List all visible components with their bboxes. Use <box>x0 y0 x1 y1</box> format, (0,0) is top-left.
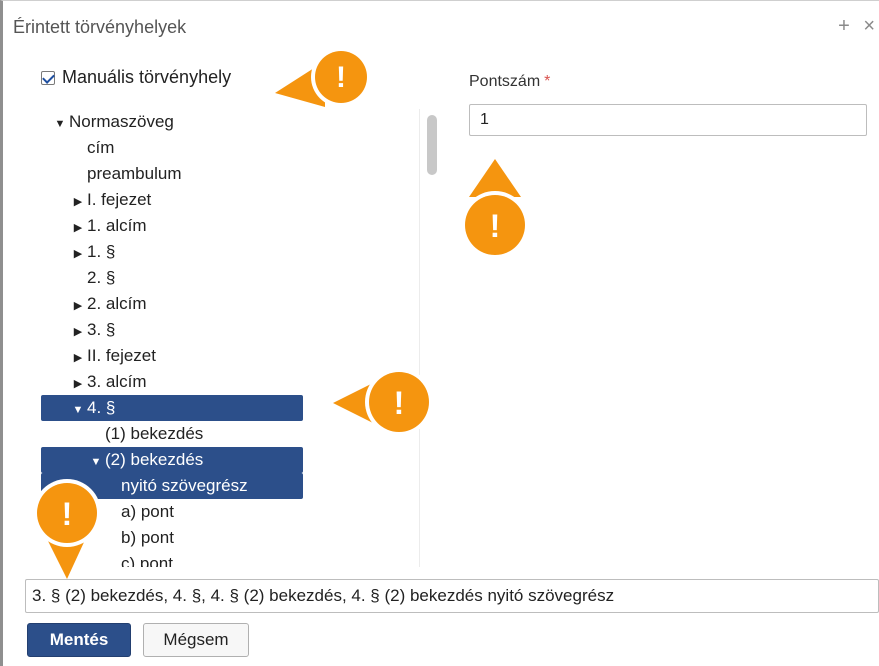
tree-item[interactable]: ▶2. § <box>41 265 303 291</box>
warning-callout-icon: ! <box>333 368 433 436</box>
tree-item-label: 2. alcím <box>87 294 147 313</box>
warning-callout-icon: ! <box>275 47 371 107</box>
dialog-title: Érintett törvényhelyek <box>13 17 187 37</box>
dialog-actions: + × <box>830 15 875 38</box>
tree-item-label: a) pont <box>121 502 174 521</box>
pontszam-label: Pontszám * <box>469 73 550 91</box>
tree-item[interactable]: ▶ 2. alcím <box>41 291 303 317</box>
tree-item[interactable]: ▶ II. fejezet <box>41 343 303 369</box>
tree-item[interactable]: ▶cím <box>41 135 303 161</box>
callout-glyph: ! <box>490 208 501 244</box>
tree-item[interactable]: ▶ I. fejezet <box>41 187 303 213</box>
dialog: Érintett törvényhelyek + × Manuális törv… <box>0 0 879 666</box>
caret-right-icon[interactable]: ▶ <box>69 241 87 267</box>
tree-item-label: nyitó szövegrész <box>121 476 248 495</box>
manual-checkbox[interactable] <box>41 70 55 85</box>
tree-item[interactable]: ▶ 3. alcím <box>41 369 303 395</box>
tree-item-label: 1. § <box>87 242 116 261</box>
selected-locations-input[interactable] <box>25 579 879 613</box>
tree-item-label: (2) bekezdés <box>105 450 204 469</box>
tree-item-label: 1. alcím <box>87 216 147 235</box>
callout-glyph: ! <box>336 61 346 94</box>
caret-right-icon[interactable]: ▶ <box>69 293 87 319</box>
add-icon[interactable]: + <box>838 15 850 37</box>
caret-down-icon[interactable]: ▼ <box>69 397 87 423</box>
tree-item[interactable]: ▶(1) bekezdés <box>41 421 303 447</box>
tree-item[interactable]: ▼ Normaszöveg <box>41 109 303 135</box>
tree-item[interactable]: ▶preambulum <box>41 161 303 187</box>
manual-checkbox-row[interactable]: Manuális törvényhely <box>41 67 231 88</box>
caret-right-icon[interactable]: ▶ <box>69 371 87 397</box>
tree-item-label: (1) bekezdés <box>105 424 204 443</box>
caret-right-icon[interactable]: ▶ <box>69 215 87 241</box>
caret-down-icon[interactable]: ▼ <box>87 449 105 475</box>
tree-scroll-thumb[interactable] <box>427 115 437 175</box>
tree-item-label: b) pont <box>121 528 174 547</box>
caret-right-icon[interactable]: ▶ <box>69 319 87 345</box>
callout-glyph: ! <box>394 385 405 421</box>
tree-item[interactable]: ▼ (2) bekezdés <box>41 447 303 473</box>
tree-item-label: 4. § <box>87 398 116 417</box>
tree-scrollbar[interactable] <box>419 109 441 567</box>
caret-right-icon[interactable]: ▶ <box>69 189 87 215</box>
tree-item[interactable]: ▶ 1. alcím <box>41 213 303 239</box>
warning-callout-icon: ! <box>461 159 529 259</box>
warning-callout-icon: ! <box>33 479 101 579</box>
required-mark: * <box>544 73 551 90</box>
pontszam-label-text: Pontszám <box>469 73 541 90</box>
tree-item[interactable]: ▶ 3. § <box>41 317 303 343</box>
tree-item-label: 3. alcím <box>87 372 147 391</box>
tree-item-label: cím <box>87 138 115 157</box>
manual-checkbox-label: Manuális törvényhely <box>62 67 232 87</box>
tree-item-label: Normaszöveg <box>69 112 174 131</box>
tree-item-label: 3. § <box>87 320 116 339</box>
tree-item-label: I. fejezet <box>87 190 152 209</box>
close-icon[interactable]: × <box>863 15 875 37</box>
tree-item[interactable]: ▶ 1. § <box>41 239 303 265</box>
tree-item-label: 2. § <box>87 268 116 287</box>
caret-down-icon[interactable]: ▼ <box>51 111 69 137</box>
dialog-titlebar: Érintett törvényhelyek + × <box>3 1 879 53</box>
tree-item-label: II. fejezet <box>87 346 156 365</box>
tree-item-label: c) pont <box>121 554 173 567</box>
tree-item-label: preambulum <box>87 164 182 183</box>
save-button[interactable]: Mentés <box>27 623 131 657</box>
cancel-button[interactable]: Mégsem <box>143 623 249 657</box>
caret-right-icon[interactable]: ▶ <box>69 345 87 371</box>
callout-glyph: ! <box>62 496 73 532</box>
pontszam-input[interactable] <box>469 104 867 136</box>
tree-item[interactable]: ▼ 4. § <box>41 395 303 421</box>
